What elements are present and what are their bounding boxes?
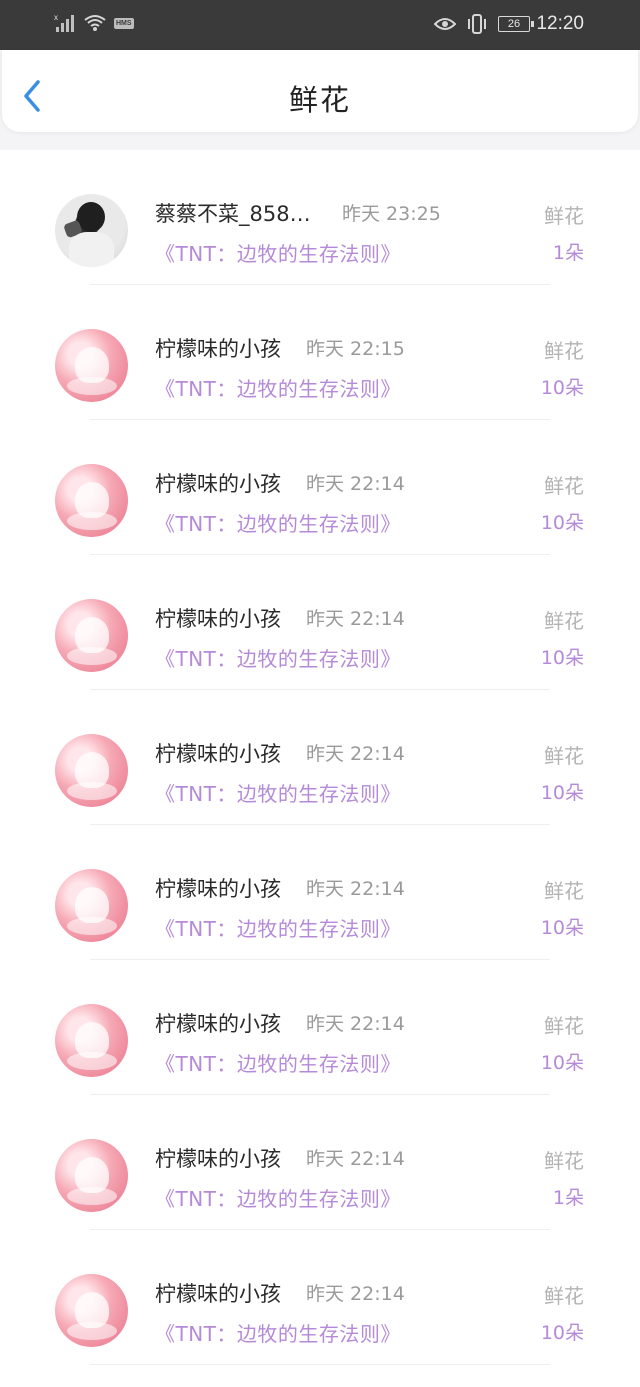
vibrate-icon <box>468 14 486 34</box>
timestamp: 昨天 22:14 <box>306 1013 405 1035</box>
gift-type: 鲜花 <box>544 879 584 903</box>
gift-count: 10朵 <box>540 647 584 669</box>
list-item[interactable]: 柠檬味的小孩 昨天 22:14 《TNT：边牧的生存法则》 鲜花 10朵 <box>0 420 640 555</box>
list-item[interactable]: 柠檬味的小孩 昨天 22:14 《TNT：边牧的生存法则》 鲜花 10朵 <box>0 555 640 690</box>
status-right: 26 <box>434 13 534 35</box>
list-item[interactable]: 柠檬味的小孩 昨天 22:14 《TNT：边牧的生存法则》 鲜花 10朵 <box>0 1230 640 1365</box>
avatar[interactable] <box>55 194 128 267</box>
signal-icon: x <box>54 13 74 32</box>
user-name[interactable]: 柠檬味的小孩 <box>155 603 281 633</box>
timestamp: 昨天 23:25 <box>342 203 441 225</box>
gift-type: 鲜花 <box>544 609 584 633</box>
gift-record-list: 蔡蔡不菜_858… 昨天 23:25 《TNT：边牧的生存法则》 鲜花 1朵 柠… <box>0 150 640 1387</box>
status-bar: x HMS 26 12:20 <box>0 0 640 50</box>
user-name[interactable]: 柠檬味的小孩 <box>155 873 281 903</box>
book-title[interactable]: 《TNT：边牧的生存法则》 <box>155 508 401 537</box>
gift-type: 鲜花 <box>544 744 584 768</box>
avatar[interactable] <box>55 734 128 807</box>
list-item[interactable]: 柠檬味的小孩 昨天 22:15 《TNT：边牧的生存法则》 鲜花 10朵 <box>0 285 640 420</box>
list-item[interactable]: 柠檬味的小孩 昨天 22:14 《TNT：边牧的生存法则》 鲜花 10朵 <box>0 960 640 1095</box>
divider <box>90 1364 550 1365</box>
wifi-icon <box>84 15 106 31</box>
gift-count: 10朵 <box>540 917 584 939</box>
list-item[interactable]: 蔡蔡不菜_858… 昨天 23:25 《TNT：边牧的生存法则》 鲜花 1朵 <box>0 150 640 285</box>
gift-type: 鲜花 <box>544 204 584 228</box>
avatar[interactable] <box>55 599 128 672</box>
gift-type: 鲜花 <box>544 1149 584 1173</box>
hms-badge: HMS <box>114 17 134 29</box>
book-title[interactable]: 《TNT：边牧的生存法则》 <box>155 913 401 942</box>
list-item[interactable]: 柠檬味的小孩 昨天 22:14 《TNT：边牧的生存法则》 鲜花 1朵 <box>0 1095 640 1230</box>
gift-type: 鲜花 <box>544 1284 584 1308</box>
book-title[interactable]: 《TNT：边牧的生存法则》 <box>155 1183 401 1212</box>
user-name[interactable]: 柠檬味的小孩 <box>155 333 281 363</box>
timestamp: 昨天 22:14 <box>306 608 405 630</box>
gift-count: 1朵 <box>552 242 584 264</box>
gift-count: 1朵 <box>552 1187 584 1209</box>
timestamp: 昨天 22:14 <box>306 743 405 765</box>
timestamp: 昨天 22:15 <box>306 338 405 360</box>
gift-type: 鲜花 <box>544 474 584 498</box>
user-name[interactable]: 柠檬味的小孩 <box>155 1143 281 1173</box>
gift-count: 10朵 <box>540 512 584 534</box>
user-name[interactable]: 柠檬味的小孩 <box>155 1278 281 1308</box>
book-title[interactable]: 《TNT：边牧的生存法则》 <box>155 1318 401 1347</box>
avatar[interactable] <box>55 329 128 402</box>
gift-type: 鲜花 <box>544 1014 584 1038</box>
gift-count: 10朵 <box>540 782 584 804</box>
list-item[interactable]: 柠檬味的小孩 昨天 22:14 《TNT：边牧的生存法则》 鲜花 10朵 <box>0 825 640 960</box>
avatar[interactable] <box>55 869 128 942</box>
avatar[interactable] <box>55 464 128 537</box>
timestamp: 昨天 22:14 <box>306 1148 405 1170</box>
book-title[interactable]: 《TNT：边牧的生存法则》 <box>155 373 401 402</box>
status-left: x HMS <box>54 13 134 33</box>
user-name[interactable]: 柠檬味的小孩 <box>155 738 281 768</box>
user-name[interactable]: 柠檬味的小孩 <box>155 468 281 498</box>
header-bar: 鲜花 <box>2 50 638 132</box>
gift-count: 10朵 <box>540 1052 584 1074</box>
book-title[interactable]: 《TNT：边牧的生存法则》 <box>155 1048 401 1077</box>
list-item[interactable]: 柠檬味的小孩 昨天 22:14 《TNT：边牧的生存法则》 鲜花 10朵 <box>0 690 640 825</box>
page-title: 鲜花 <box>288 83 351 117</box>
gift-count: 10朵 <box>540 377 584 399</box>
book-title[interactable]: 《TNT：边牧的生存法则》 <box>155 643 401 672</box>
avatar[interactable] <box>55 1004 128 1077</box>
book-title[interactable]: 《TNT：边牧的生存法则》 <box>155 778 401 807</box>
status-time: 12:20 <box>536 13 584 34</box>
avatar[interactable] <box>55 1139 128 1212</box>
gift-count: 10朵 <box>540 1322 584 1344</box>
gift-type: 鲜花 <box>544 339 584 363</box>
battery-indicator: 26 <box>498 16 534 32</box>
timestamp: 昨天 22:14 <box>306 473 405 495</box>
user-name[interactable]: 柠檬味的小孩 <box>155 1008 281 1038</box>
avatar[interactable] <box>55 1274 128 1347</box>
svg-text:x: x <box>54 13 58 22</box>
eye-icon <box>434 18 456 30</box>
timestamp: 昨天 22:14 <box>306 1283 405 1305</box>
timestamp: 昨天 22:14 <box>306 878 405 900</box>
book-title[interactable]: 《TNT：边牧的生存法则》 <box>155 238 401 267</box>
user-name[interactable]: 蔡蔡不菜_858… <box>155 198 311 228</box>
